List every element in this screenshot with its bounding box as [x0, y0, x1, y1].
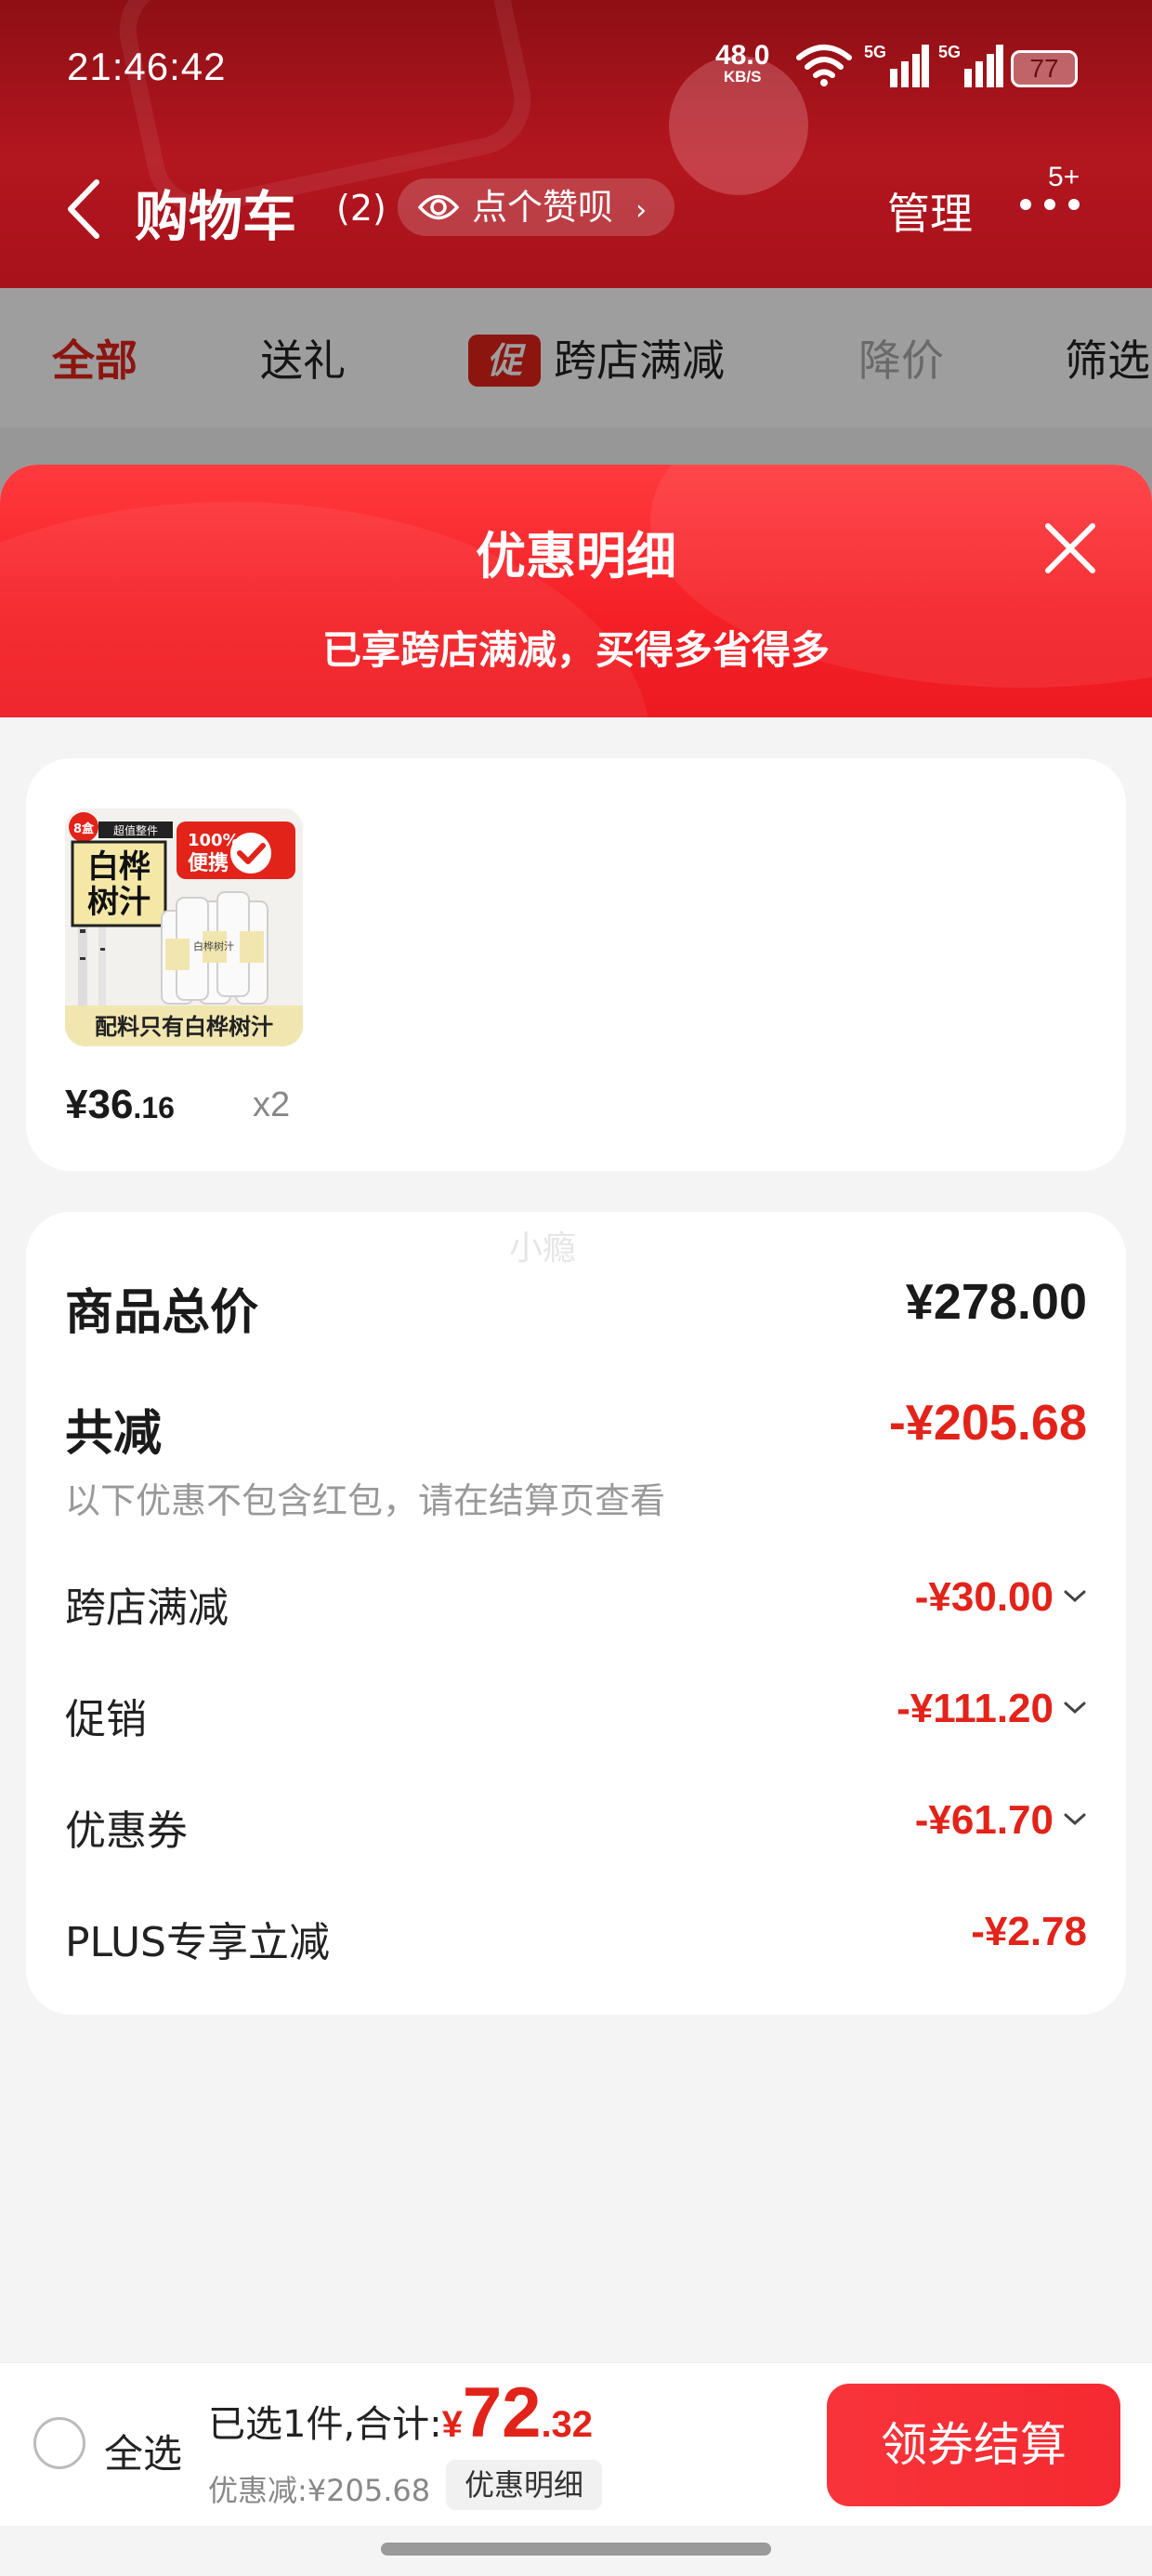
discount-label: 优惠券	[65, 1807, 188, 1855]
thumb-name-1: 白桦	[87, 848, 151, 886]
total-currency: ¥	[441, 2404, 463, 2445]
total-integer: 72	[462, 2373, 542, 2452]
network-speed-value: 48.0	[715, 40, 770, 71]
status-time: 21:46:42	[67, 45, 227, 88]
total-price-value: ¥278.00	[905, 1274, 1087, 1330]
discount-label: 促销	[65, 1696, 147, 1743]
selected-text: 已选1件,合计:	[208, 2403, 442, 2446]
cart-count: (2)	[336, 188, 386, 229]
chevron-down-icon[interactable]	[1063, 1589, 1087, 1604]
product-image: 8盒 超值整件 白桦 树汁 100% 便携 白桦树汁 配料只有白桦树汁	[65, 808, 303, 1046]
like-label: 点个赞呗	[472, 187, 614, 228]
discount-detail-sheet: 优惠明细 已享跨店满减，买得多省得多 8盒 超值整件 白桦 树汁 100% 便携…	[0, 465, 1152, 2576]
product-price: ¥36.16	[65, 1082, 175, 1128]
chevron-down-icon[interactable]	[1063, 1812, 1087, 1827]
more-dots-icon[interactable]	[1018, 195, 1083, 214]
total-decimal: .32	[541, 2404, 594, 2445]
discount-detail-button[interactable]: 优惠明细	[446, 2460, 603, 2510]
sig2-label: 5G	[938, 43, 961, 61]
thumb-tag-2: 便携	[188, 851, 229, 875]
thumb-name-2: 树汁	[87, 884, 151, 921]
saved-amount: 优惠减:¥205.68	[208, 2473, 431, 2508]
thumb-bottle-label: 白桦树汁	[193, 940, 234, 953]
product-quantity: x2	[253, 1085, 291, 1124]
price-summary-card: 小瘾 商品总价 ¥278.00 共减 -¥205.68 以下优惠不包含红包，请在…	[26, 1212, 1126, 2015]
product-thumbnail[interactable]: 8盒 超值整件 白桦 树汁 100% 便携 白桦树汁 配料只有白桦树汁	[65, 808, 303, 1046]
discount-row-cross-store[interactable]: 跨店满减 -¥30.00	[65, 1574, 1087, 1632]
discount-row-coupon[interactable]: 优惠券 -¥61.70	[65, 1797, 1087, 1855]
sheet-subtitle: 已享跨店满减，买得多省得多	[321, 627, 830, 673]
total-price-row: 商品总价 ¥278.00	[65, 1273, 1087, 1341]
total-reduction-value: -¥205.68	[888, 1395, 1087, 1451]
discount-value: -¥2.78	[971, 1909, 1087, 1954]
back-arrow-icon[interactable]	[65, 178, 102, 240]
sheet-header: 优惠明细 已享跨店满减，买得多省得多	[0, 465, 1152, 717]
eye-icon	[418, 194, 459, 220]
total-reduction-label: 共减	[65, 1406, 163, 1462]
chevron-down-icon[interactable]	[1063, 1701, 1087, 1715]
network-speed-unit: KB/S	[723, 68, 762, 85]
discount-value: -¥61.70	[914, 1797, 1054, 1843]
manage-button[interactable]: 管理	[887, 180, 973, 242]
status-bar: 21:46:42 48.0 KB/S 5G 5G 77	[0, 0, 1152, 139]
checkout-bar: 全选 已选1件,合计:¥72.32 优惠减:¥205.68 优惠明细 领券结算	[0, 2362, 1152, 2526]
message-badge: 5+	[1048, 162, 1080, 192]
discount-row-promotion[interactable]: 促销 -¥111.20	[65, 1686, 1087, 1743]
chevron-right-icon: ›	[635, 194, 648, 227]
cellular-signal-icon-2: 5G	[938, 43, 1003, 87]
product-list-card: 8盒 超值整件 白桦 树汁 100% 便携 白桦树汁 配料只有白桦树汁 ¥36.…	[26, 758, 1126, 1171]
thumb-caption: 配料只有白桦树汁	[95, 1014, 273, 1040]
selected-total: 已选1件,合计:¥72.32	[208, 2372, 593, 2453]
like-button[interactable]: 点个赞呗 ›	[398, 178, 675, 236]
discount-label: 跨店满减	[65, 1584, 229, 1632]
total-price-label: 商品总价	[65, 1285, 259, 1341]
discount-row-plus: PLUS专享立减 -¥2.78	[65, 1909, 1087, 1966]
close-icon[interactable]	[1041, 519, 1100, 578]
product-price-dec: .16	[133, 1091, 175, 1124]
battery-icon: 77	[1011, 50, 1078, 87]
product-price-int: ¥36	[65, 1082, 134, 1127]
reduction-note: 以下优惠不包含红包，请在结算页查看	[65, 1480, 666, 1521]
discount-label: PLUS专享立减	[65, 1919, 330, 1966]
cellular-signal-icon: 5G	[864, 43, 929, 87]
page-title: 购物车	[135, 185, 297, 248]
checkout-button[interactable]: 领券结算	[827, 2384, 1120, 2506]
thumb-brand: 超值整件	[113, 823, 158, 837]
battery-level: 77	[1029, 54, 1059, 83]
network-speed: 48.0 KB/S	[715, 40, 770, 85]
home-indicator[interactable]	[381, 2543, 771, 2556]
select-all-label[interactable]: 全选	[104, 2423, 182, 2479]
wifi-icon	[796, 45, 852, 86]
select-all-checkbox[interactable]	[33, 2417, 85, 2469]
sig1-label: 5G	[864, 43, 886, 61]
thumb-badge: 8盒	[73, 821, 95, 836]
watermark: 小瘾	[509, 1229, 577, 1268]
total-reduction-row: 共减 -¥205.68	[65, 1394, 1087, 1462]
discount-value: -¥111.20	[897, 1686, 1054, 1731]
discount-value: -¥30.00	[914, 1574, 1054, 1620]
cart-nav-bar: 购物车 (2) 点个赞呗 › 管理 5+	[0, 158, 1152, 260]
sheet-title: 优惠明细	[476, 527, 676, 585]
